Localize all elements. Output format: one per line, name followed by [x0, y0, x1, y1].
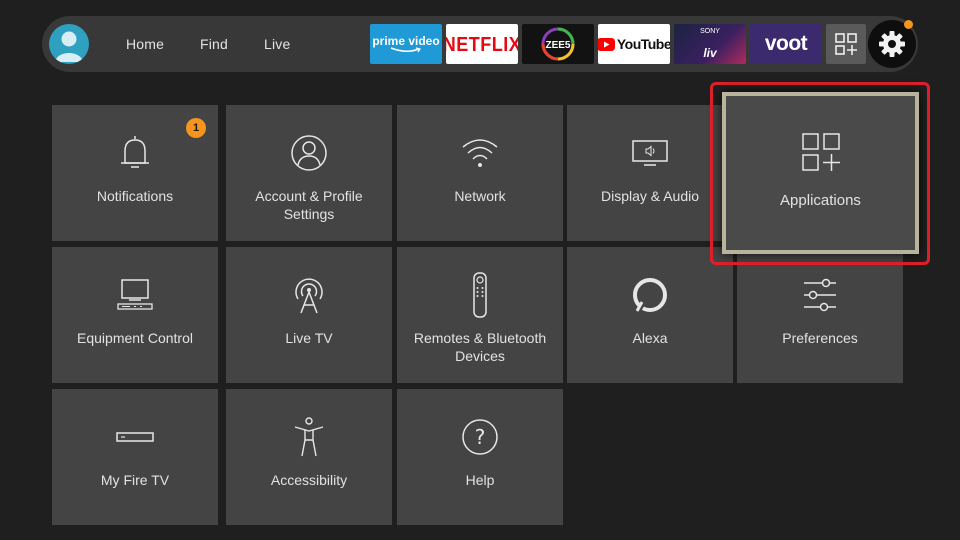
tile-live-tv[interactable]: Live TV [226, 247, 392, 383]
voot-logo-text: voot [764, 32, 808, 55]
svg-text:?: ? [475, 425, 486, 449]
app-youtube[interactable]: YouTube [598, 24, 670, 64]
tile-label: Remotes & Bluetooth Devices [413, 330, 547, 364]
tile-label: Notifications [96, 188, 174, 204]
tile-alexa[interactable]: Alexa [567, 247, 733, 383]
youtube-logo-text: YouTube [616, 36, 670, 52]
tile-label: Account & Profile Settings [255, 188, 363, 222]
tile-label: Preferences [782, 330, 858, 346]
nav-find[interactable]: Find [200, 16, 228, 72]
all-apps-button[interactable] [826, 24, 866, 64]
antenna-icon [226, 273, 392, 317]
liv-logo-text: liv [703, 46, 717, 60]
tile-remotes-bluetooth[interactable]: Remotes & Bluetooth Devices [397, 247, 563, 383]
top-navigation-bar: Home Find Live prime video NETFLIX ZEE5 [42, 16, 918, 72]
app-sonyliv[interactable]: SONY liv [674, 24, 746, 64]
prime-smile-icon [390, 47, 421, 53]
tile-preferences[interactable]: Preferences [737, 247, 903, 383]
prime-video-logo-text: prime video [372, 34, 440, 48]
tile-applications[interactable]: Applications [722, 92, 919, 254]
remote-icon [397, 272, 563, 318]
display-icon [567, 131, 733, 175]
tile-label: Accessibility [270, 472, 348, 488]
tile-equipment-control[interactable]: Equipment Control [52, 247, 218, 383]
sliders-icon [737, 273, 903, 317]
tile-display-audio[interactable]: Display & Audio [567, 105, 733, 241]
gear-icon [879, 31, 905, 57]
alexa-icon [567, 273, 733, 317]
help-icon: ? [397, 415, 563, 459]
tile-label: Alexa [632, 330, 668, 346]
accessibility-icon [226, 415, 392, 459]
all-apps-icon [835, 33, 857, 55]
tile-label: Display & Audio [600, 188, 700, 204]
tile-network[interactable]: Network [397, 105, 563, 241]
tile-label: Network [454, 188, 506, 204]
app-zee5[interactable]: ZEE5 [522, 24, 594, 64]
app-prime-video[interactable]: prime video [370, 24, 442, 64]
tile-my-fire-tv[interactable]: My Fire TV [52, 389, 218, 525]
fire-tv-stick-icon [52, 415, 218, 459]
tile-notifications[interactable]: 1 Notifications [52, 105, 218, 241]
tile-label: Applications [780, 192, 861, 209]
apps-icon [726, 130, 915, 174]
tile-label: Live TV [285, 330, 333, 346]
tile-label: Equipment Control [77, 330, 193, 346]
tile-account-profile-settings[interactable]: Account & Profile Settings [226, 105, 392, 241]
tile-label: My Fire TV [100, 472, 170, 488]
tile-label: Help [465, 472, 495, 488]
youtube-play-icon [598, 37, 615, 51]
zee5-logo-text: ZEE5 [545, 40, 570, 51]
app-voot[interactable]: voot [750, 24, 822, 64]
profile-avatar-icon[interactable] [49, 24, 89, 64]
notification-count-badge: 1 [186, 118, 206, 138]
nav-home[interactable]: Home [126, 16, 164, 72]
wifi-icon [397, 131, 563, 175]
person-icon [226, 131, 392, 175]
tv-equipment-icon [52, 273, 218, 317]
tile-accessibility[interactable]: Accessibility [226, 389, 392, 525]
nav-live[interactable]: Live [264, 16, 290, 72]
netflix-logo-text: NETFLIX [446, 31, 518, 55]
app-netflix[interactable]: NETFLIX [446, 24, 518, 64]
settings-notification-dot [904, 20, 913, 29]
sony-logo-text: SONY [700, 28, 720, 35]
zee5-logo-icon: ZEE5 [541, 27, 575, 61]
tile-help[interactable]: ? Help [397, 389, 563, 525]
